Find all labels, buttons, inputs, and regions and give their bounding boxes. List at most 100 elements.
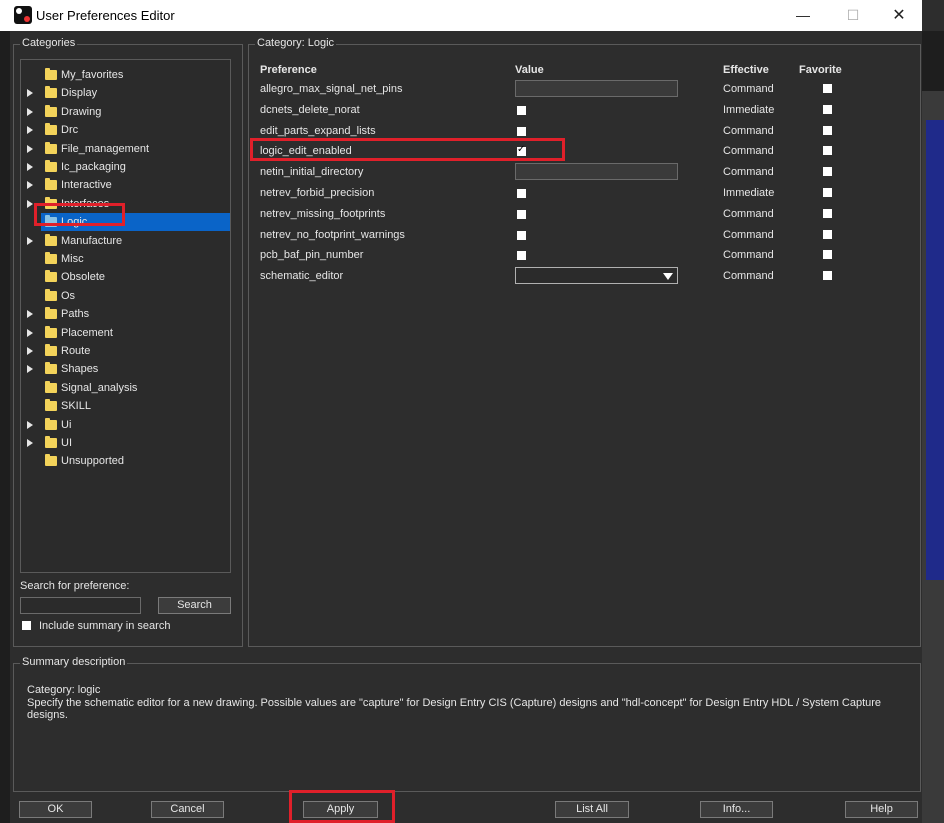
tree-item-label: SKILL — [61, 400, 91, 413]
pref-row-netrev-missing-footprints: netrev_missing_footprints Command — [259, 204, 909, 225]
tree-item-label: Paths — [61, 308, 90, 321]
expand-arrow-icon[interactable] — [27, 163, 33, 171]
expand-arrow-icon[interactable] — [27, 236, 33, 245]
tree-item-label: UI — [61, 437, 72, 449]
folder-icon — [45, 141, 57, 154]
expand-arrow-icon[interactable] — [27, 347, 33, 355]
categories-group: Categories My_favorites Display Drawing Drc… — [13, 37, 243, 647]
maximize-button[interactable]: ☐ — [830, 0, 876, 31]
favorite-checkbox[interactable] — [823, 104, 832, 114]
tree-item-skill[interactable]: SKILL — [21, 397, 230, 415]
tree-item-misc[interactable]: Misc — [21, 250, 230, 268]
pref-row-netrev-forbid-precision: netrev_forbid_precision Immediate — [259, 183, 909, 204]
tree-item-label: Unsupported — [61, 455, 124, 468]
pref-value-checkbox[interactable] — [517, 251, 526, 261]
expand-arrow-icon[interactable] — [27, 420, 33, 429]
header-favorite: Favorite — [799, 64, 842, 76]
tree-item-drawing[interactable]: Drawing — [21, 103, 230, 121]
tree-item-label: Display — [61, 87, 98, 100]
pref-value-checkbox[interactable] — [517, 105, 526, 115]
ok-button[interactable]: OK — [19, 801, 92, 818]
expand-arrow-icon[interactable] — [27, 365, 33, 374]
tree-item-shapes[interactable]: Shapes — [21, 360, 230, 378]
tree-item-ui[interactable]: UI — [21, 434, 230, 452]
category-panel-title: Category: Logic — [255, 37, 337, 49]
title-bar[interactable]: User Preferences Editor — ☐ ✕ — [0, 0, 922, 31]
pref-value-checkbox[interactable] — [517, 209, 526, 219]
pref-value-checkbox[interactable] — [517, 126, 526, 136]
header-preference: Preference — [260, 64, 317, 76]
tree-item-label: Ic_packaging — [61, 161, 126, 173]
tree-item-placement[interactable]: Placement — [21, 324, 230, 342]
tree-item-label: Interactive — [61, 179, 112, 192]
tree-item-route[interactable]: Route — [21, 342, 230, 360]
tree-item-ic_packaging[interactable]: Ic_packaging — [21, 158, 230, 176]
expand-arrow-icon[interactable] — [27, 107, 33, 116]
minimize-button[interactable]: — — [780, 0, 826, 31]
search-label: Search for preference: — [20, 580, 130, 592]
pref-value-select[interactable] — [515, 267, 678, 285]
tree-item-manufacture[interactable]: Manufacture — [21, 232, 230, 250]
pref-value-input[interactable] — [515, 163, 678, 181]
expand-arrow-icon[interactable] — [27, 439, 33, 447]
info-button[interactable]: Info... — [700, 801, 773, 818]
list-all-button[interactable]: List All — [555, 801, 629, 818]
pref-name: netin_initial_directory — [260, 166, 364, 179]
tree-item-paths[interactable]: Paths — [21, 305, 230, 323]
folder-icon — [45, 86, 57, 99]
favorite-checkbox[interactable] — [823, 125, 832, 135]
highlight-box-logic-edit-enabled — [250, 138, 565, 161]
tree-item-drc[interactable]: Drc — [21, 121, 230, 139]
folder-icon — [45, 233, 57, 246]
help-button[interactable]: Help — [845, 801, 918, 818]
chevron-down-icon[interactable] — [663, 273, 673, 281]
tree-item-unsupported[interactable]: Unsupported — [21, 452, 230, 470]
expand-arrow-icon[interactable] — [27, 89, 33, 98]
tree-item-display[interactable]: Display — [21, 84, 230, 102]
expand-arrow-icon[interactable] — [27, 328, 33, 337]
favorite-checkbox[interactable] — [823, 271, 832, 281]
folder-icon — [45, 436, 57, 448]
folder-icon — [45, 288, 57, 301]
tree-item-label: File_management — [61, 142, 150, 155]
tree-item-label: Drawing — [61, 105, 102, 118]
tree-item-my_favorites[interactable]: My_favorites — [21, 66, 230, 84]
highlight-box-apply — [289, 790, 395, 823]
tree-item-label: Obsolete — [61, 271, 106, 284]
category-tree[interactable]: My_favorites Display Drawing Drc File_manage… — [20, 59, 231, 573]
pref-effective: Command — [723, 166, 774, 179]
favorite-checkbox[interactable] — [823, 188, 832, 197]
search-input[interactable] — [20, 597, 141, 614]
tree-item-file_management[interactable]: File_management — [21, 140, 230, 158]
expand-arrow-icon[interactable] — [27, 144, 33, 153]
pref-value-checkbox[interactable] — [517, 189, 526, 198]
cancel-button[interactable]: Cancel — [151, 801, 224, 818]
tree-item-interactive[interactable]: Interactive — [21, 176, 230, 194]
tree-item-label: My_favorites — [61, 69, 124, 81]
search-button[interactable]: Search — [158, 597, 231, 614]
expand-arrow-icon[interactable] — [27, 181, 33, 190]
close-button[interactable]: ✕ — [876, 0, 922, 31]
favorite-checkbox[interactable] — [823, 146, 832, 156]
pref-name: pcb_baf_pin_number — [260, 249, 364, 262]
folder-icon — [45, 399, 57, 412]
expand-arrow-icon[interactable] — [27, 126, 33, 135]
include-summary-checkbox[interactable] — [22, 621, 31, 630]
favorite-checkbox[interactable] — [823, 250, 832, 260]
pref-value-input[interactable] — [515, 80, 678, 97]
pref-row-dcnets-delete-norat: dcnets_delete_norat Immediate — [259, 100, 909, 121]
favorite-checkbox[interactable] — [823, 167, 832, 177]
tree-item-obsolete[interactable]: Obsolete — [21, 268, 230, 286]
folder-icon — [45, 123, 57, 136]
pref-value-checkbox[interactable] — [517, 230, 526, 240]
expand-arrow-icon[interactable] — [27, 310, 33, 319]
tree-item-label: Shapes — [61, 363, 99, 376]
tree-item-os[interactable]: Os — [21, 287, 230, 305]
pref-effective: Command — [723, 83, 774, 95]
tree-item-ui[interactable]: Ui — [21, 416, 230, 434]
expand-arrow-icon[interactable] — [27, 199, 33, 208]
tree-item-signal_analysis[interactable]: Signal_analysis — [21, 379, 230, 397]
favorite-checkbox[interactable] — [823, 229, 832, 239]
favorite-checkbox[interactable] — [823, 84, 832, 93]
favorite-checkbox[interactable] — [823, 208, 832, 218]
